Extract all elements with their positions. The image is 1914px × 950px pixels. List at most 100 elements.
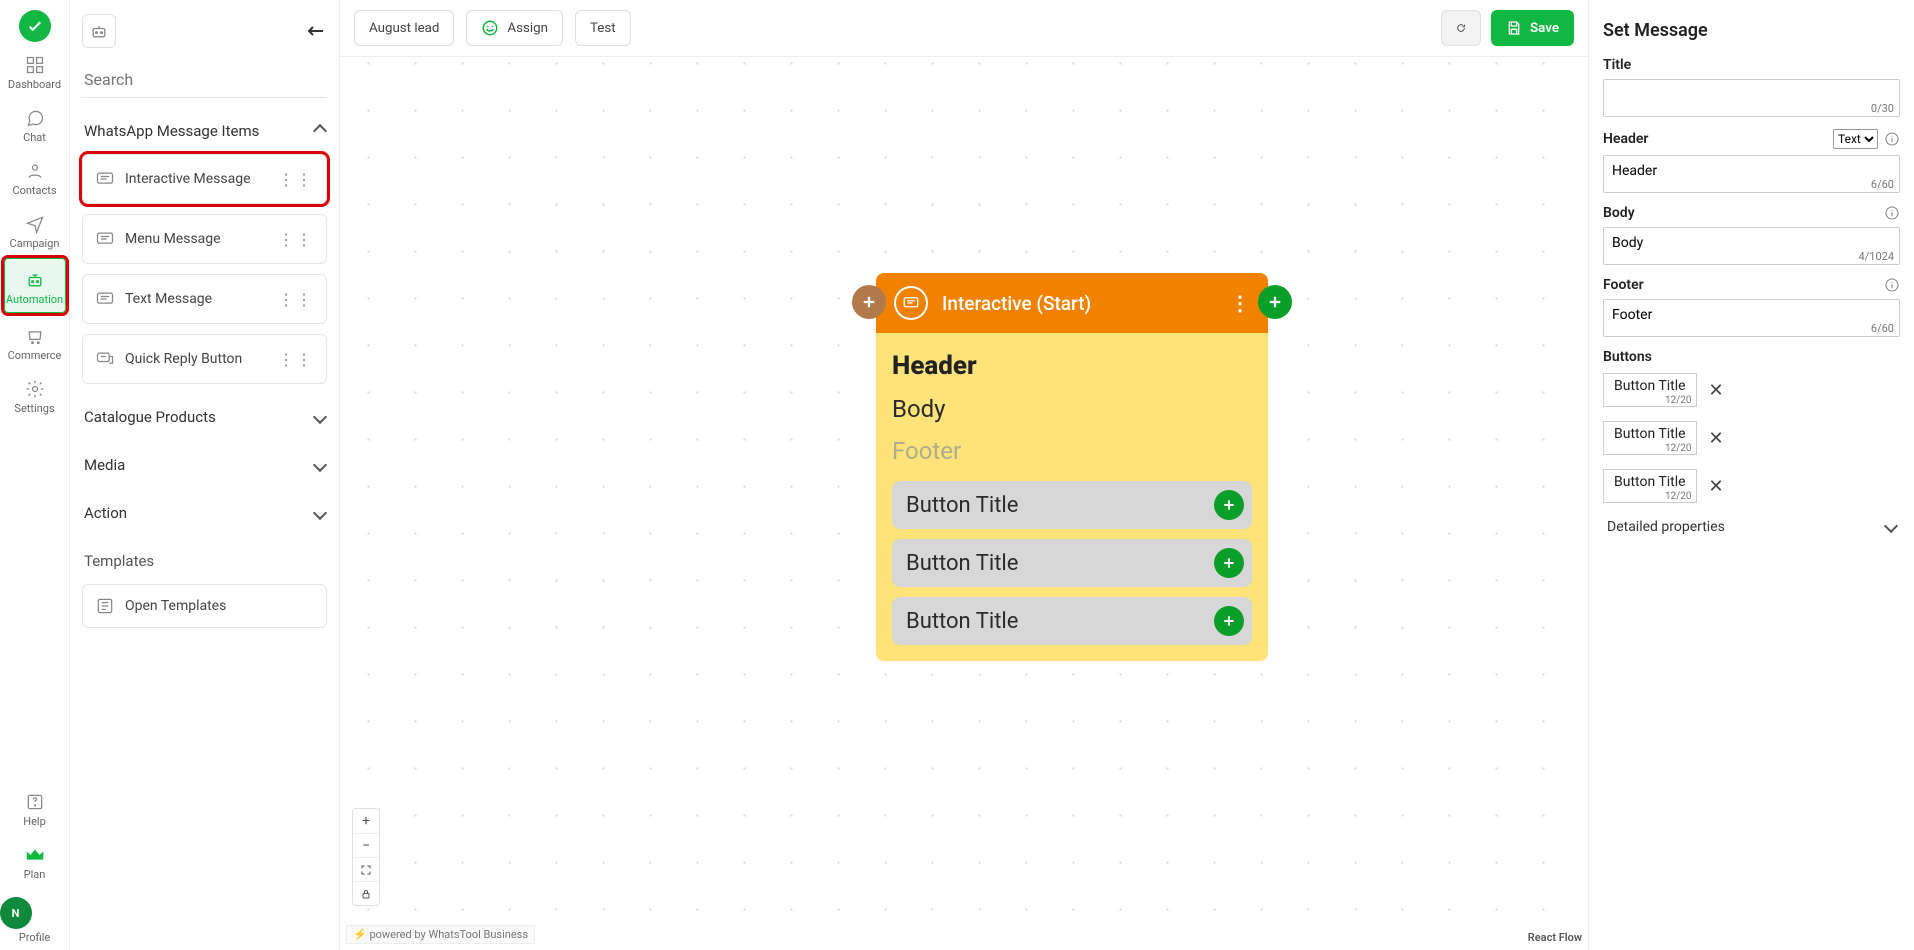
save-label: Save [1530, 21, 1559, 36]
grip-icon[interactable]: ⋮⋮ [278, 230, 314, 249]
title-input[interactable] [1603, 79, 1900, 117]
bolt-icon: ⚡ [353, 928, 367, 941]
node-button-output-port[interactable] [1214, 490, 1244, 520]
avatar-initial: N [12, 907, 20, 920]
footer-input[interactable] [1603, 299, 1900, 337]
node-button-label: Button Title [906, 551, 1018, 576]
save-button[interactable]: Save [1491, 10, 1574, 46]
nav-settings[interactable]: Settings [0, 368, 70, 421]
contacts-icon [0, 158, 70, 184]
nav-automation[interactable]: Automation [4, 258, 66, 313]
nav-commerce[interactable]: Commerce [0, 315, 70, 368]
message-icon [95, 169, 115, 189]
section-label: Catalogue Products [84, 408, 216, 426]
assign-button[interactable]: Assign [466, 10, 563, 46]
gear-icon [0, 376, 70, 402]
button-chip-1: Button Title12/20 ✕ [1603, 373, 1900, 407]
node-button-3[interactable]: Button Title [892, 597, 1252, 645]
picker-item-interactive-message[interactable]: Interactive Message ⋮⋮ [82, 154, 327, 204]
picker-item-menu-message[interactable]: Menu Message ⋮⋮ [82, 214, 327, 264]
info-icon[interactable] [1884, 205, 1900, 221]
button-title-input[interactable]: Button Title12/20 [1603, 421, 1697, 455]
zoom-in-button[interactable]: + [353, 809, 379, 833]
node-header[interactable]: Interactive (Start) ⋮ [876, 273, 1268, 333]
kebab-icon[interactable]: ⋮ [1230, 291, 1250, 315]
remove-button-icon[interactable]: ✕ [1709, 380, 1724, 401]
button-chip-count: 12/20 [1665, 443, 1692, 454]
flow-name-button[interactable]: August lead [354, 10, 454, 46]
button-title-input[interactable]: Button Title12/20 [1603, 469, 1697, 503]
message-icon [95, 229, 115, 249]
picker-item-label: Quick Reply Button [125, 351, 242, 367]
flow-name-label: August lead [369, 21, 439, 36]
test-label: Test [590, 21, 616, 36]
nav-profile[interactable]: N Profile [0, 887, 70, 950]
picker-item-label: Interactive Message [125, 171, 251, 187]
attribution-name: WhatsTool Business [428, 928, 528, 941]
remove-button-icon[interactable]: ✕ [1709, 428, 1724, 449]
node-button-2[interactable]: Button Title [892, 539, 1252, 587]
panel-title: Set Message [1603, 20, 1900, 41]
app-logo [19, 10, 51, 42]
nav-campaign[interactable]: Campaign [0, 203, 70, 256]
footer-char-count: 6/60 [1871, 322, 1894, 335]
section-action[interactable]: Action [82, 488, 327, 528]
react-flow-tag: React Flow [1528, 931, 1582, 944]
node-body-text: Body [892, 395, 1252, 423]
body-input[interactable] [1603, 227, 1900, 265]
header-type-select[interactable]: Text [1833, 129, 1878, 149]
assign-label: Assign [507, 21, 548, 36]
node-button-output-port[interactable] [1214, 548, 1244, 578]
nav-label: Dashboard [8, 78, 61, 91]
refresh-button[interactable] [1441, 10, 1481, 46]
button-title-input[interactable]: Button Title12/20 [1603, 373, 1697, 407]
campaign-icon [0, 211, 70, 237]
node-input-port[interactable] [852, 285, 886, 319]
grip-icon[interactable]: ⋮⋮ [278, 350, 314, 369]
button-chip-label: Button Title [1614, 378, 1686, 394]
nav-label: Chat [23, 131, 46, 144]
nav-plan[interactable]: Plan [0, 834, 70, 887]
bot-icon[interactable] [82, 14, 116, 48]
picker-item-label: Menu Message [125, 231, 221, 247]
section-media[interactable]: Media [82, 440, 327, 480]
node-button-1[interactable]: Button Title [892, 481, 1252, 529]
title-char-count: 0/30 [1871, 102, 1894, 115]
info-icon[interactable] [1884, 277, 1900, 293]
node-interactive-start[interactable]: Interactive (Start) ⋮ Header Body Footer… [876, 273, 1268, 661]
body-label: Body [1603, 205, 1900, 221]
nav-contacts[interactable]: Contacts [0, 150, 70, 203]
nav-label: Automation [6, 293, 63, 306]
dashboard-icon [0, 52, 70, 78]
info-icon[interactable] [1884, 131, 1900, 147]
zoom-controls: + − [352, 808, 380, 906]
nav-chat[interactable]: Chat [0, 97, 70, 150]
zoom-out-button[interactable]: − [353, 833, 379, 857]
grip-icon[interactable]: ⋮⋮ [278, 290, 314, 309]
grip-icon[interactable]: ⋮⋮ [278, 170, 314, 189]
picker-item-quick-reply[interactable]: Quick Reply Button ⋮⋮ [82, 334, 327, 384]
chevron-up-icon [315, 122, 325, 140]
search-input[interactable] [82, 62, 327, 98]
nav-label: Plan [24, 868, 46, 881]
whatsapp-icon [481, 19, 499, 37]
fit-view-button[interactable] [353, 857, 379, 881]
nav-help[interactable]: Help [0, 781, 70, 834]
test-button[interactable]: Test [575, 10, 631, 46]
crown-icon [0, 842, 70, 868]
title-label: Title [1603, 57, 1900, 73]
detailed-properties-toggle[interactable]: Detailed properties [1603, 503, 1900, 539]
section-whatsapp-items[interactable]: WhatsApp Message Items [82, 106, 327, 146]
nav-dashboard[interactable]: Dashboard [0, 44, 70, 97]
lock-button[interactable] [353, 881, 379, 905]
node-button-output-port[interactable] [1214, 606, 1244, 636]
back-icon[interactable] [303, 19, 327, 43]
open-templates-button[interactable]: Open Templates [82, 584, 327, 628]
section-catalogue[interactable]: Catalogue Products [82, 392, 327, 432]
node-output-port[interactable] [1258, 285, 1292, 319]
detailed-label: Detailed properties [1607, 519, 1725, 535]
remove-button-icon[interactable]: ✕ [1709, 476, 1724, 497]
header-input[interactable] [1603, 155, 1900, 193]
picker-item-text-message[interactable]: Text Message ⋮⋮ [82, 274, 327, 324]
flow-canvas[interactable]: Interactive (Start) ⋮ Header Body Footer… [340, 56, 1588, 950]
